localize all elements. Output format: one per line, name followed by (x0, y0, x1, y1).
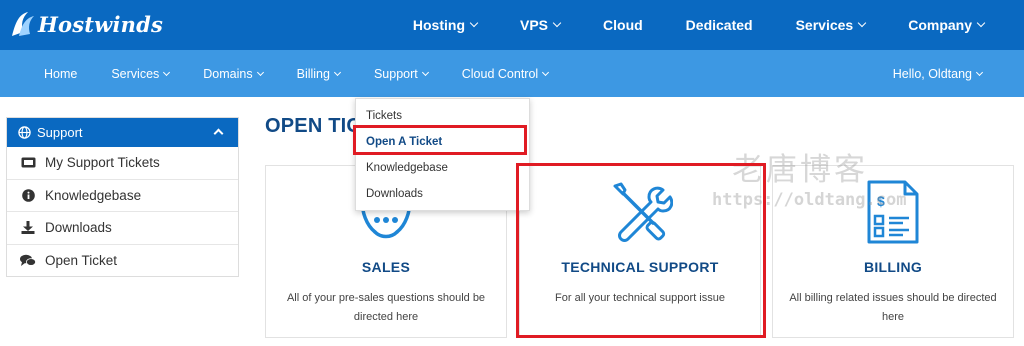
brand-name: Hostwinds (38, 11, 164, 37)
chevron-down-icon (857, 18, 867, 28)
client-nav-bar: Home Services Domains Billing Support Cl… (0, 50, 1024, 97)
top-nav-dedicated[interactable]: Dedicated (686, 17, 753, 33)
card-description: All billing related issues should be dir… (789, 292, 997, 323)
chevron-down-icon (469, 18, 479, 28)
top-nav-bar: Hostwinds Hosting VPS Cloud Dedicated Se… (0, 0, 1024, 50)
sidebar-item-label: Downloads (45, 220, 112, 236)
dropdown-item-open-a-ticket[interactable]: Open A Ticket (356, 129, 529, 155)
primary-nav: Hosting VPS Cloud Dedicated Services Com… (413, 0, 986, 50)
sidebar-item-downloads[interactable]: Downloads (7, 212, 238, 245)
top-nav-company[interactable]: Company (908, 17, 986, 33)
globe-icon (18, 126, 31, 139)
top-nav-services[interactable]: Services (796, 17, 867, 33)
sidebar-item-label: Open Ticket (45, 253, 118, 269)
sub-nav-home[interactable]: Home (44, 67, 77, 81)
wave-logo-icon (12, 12, 34, 36)
chevron-down-icon (163, 68, 171, 76)
sidebar-item-label: Knowledgebase (45, 187, 142, 203)
dropdown-item-tickets[interactable]: Tickets (356, 103, 529, 129)
chevron-down-icon (333, 68, 342, 76)
chevron-down-icon (256, 68, 264, 76)
chevron-down-icon (552, 18, 562, 28)
info-icon (20, 188, 36, 202)
sidebar-item-open-ticket[interactable]: Open Ticket (7, 245, 238, 278)
dropdown-item-downloads[interactable]: Downloads (356, 181, 529, 207)
chevron-down-icon (975, 68, 984, 76)
chevron-up-icon[interactable] (213, 128, 224, 139)
sub-nav-billing[interactable]: Billing (297, 67, 342, 81)
invoice-icon: $ (867, 180, 919, 244)
support-dropdown-menu: Tickets Open A Ticket Knowledgebase Down… (355, 98, 530, 211)
download-icon (20, 221, 36, 235)
sidebar-header-support[interactable]: Support (7, 118, 238, 147)
watermark-text: 老唐博客 (732, 152, 868, 188)
top-nav-cloud[interactable]: Cloud (603, 17, 643, 33)
sub-nav-domains[interactable]: Domains (203, 67, 264, 81)
card-description: For all your technical support issue (555, 292, 725, 304)
watermark-url: https://oldtang.com (712, 190, 907, 210)
sidebar-item-knowledgebase[interactable]: Knowledgebase (7, 180, 238, 212)
comments-icon (20, 254, 36, 268)
support-sidebar: Support My Support Tickets Knowledgebase… (6, 117, 239, 277)
chevron-down-icon (976, 18, 986, 28)
sub-nav-services[interactable]: Services (111, 67, 171, 81)
sub-nav-support[interactable]: Support (374, 67, 429, 81)
top-nav-vps[interactable]: VPS (520, 17, 562, 33)
top-nav-hosting[interactable]: Hosting (413, 17, 479, 33)
card-title: BILLING (863, 259, 923, 275)
ticket-icon (20, 156, 36, 170)
card-description: All of your pre-sales questions should b… (286, 292, 486, 323)
card-title: TECHNICAL SUPPORT (561, 259, 719, 275)
hostwinds-logo[interactable]: Hostwinds (10, 9, 163, 39)
chevron-down-icon (421, 68, 429, 76)
user-menu[interactable]: Hello, Oldtang (893, 50, 984, 97)
chevron-down-icon (542, 68, 550, 76)
sub-nav-cloud-control[interactable]: Cloud Control (462, 67, 550, 81)
tools-icon (613, 182, 673, 242)
dropdown-item-knowledgebase[interactable]: Knowledgebase (356, 155, 529, 181)
card-title: SALES (361, 259, 411, 275)
client-nav: Home Services Domains Billing Support Cl… (44, 50, 582, 97)
sidebar-header-label: Support (37, 125, 83, 140)
sidebar-item-label: My Support Tickets (45, 155, 160, 171)
sidebar-item-my-support-tickets[interactable]: My Support Tickets (7, 147, 238, 180)
